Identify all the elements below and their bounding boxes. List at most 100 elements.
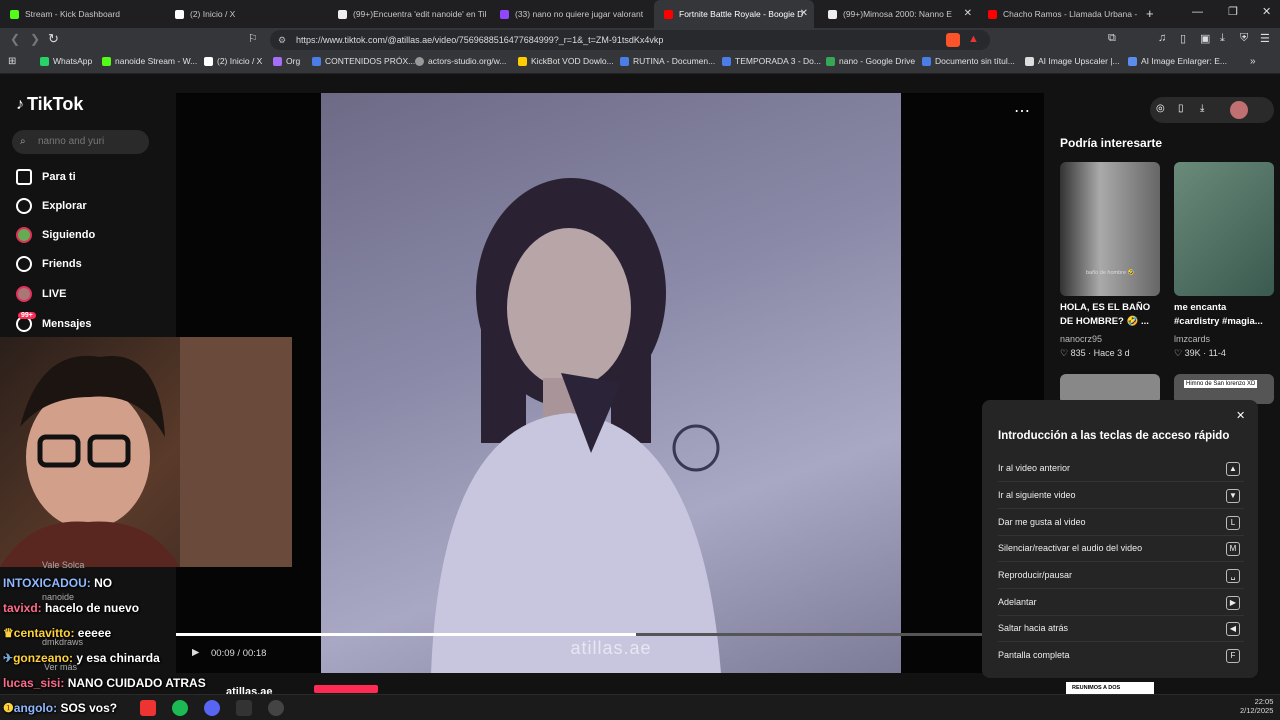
webcam-image [0, 337, 292, 567]
bookmark-item[interactable]: WhatsApp [40, 56, 92, 66]
tab-label: Chacho Ramos - Llamada Urbana - Y [1003, 9, 1138, 19]
address-bar-row: ❮ ❯ ↻ ⚐ ⚙ https://www.tiktok.com/@atillas… [0, 28, 1280, 52]
tab-tiktok-mimosa[interactable]: (99+)Mimosa 2000: Nanno E ✕ [818, 0, 978, 28]
close-icon[interactable]: ✕ [800, 8, 808, 19]
nav-friends[interactable]: Friends [16, 256, 82, 272]
suggested-card[interactable] [1174, 162, 1274, 296]
bookmark-label: AI Image Upscaler |... [1038, 56, 1120, 66]
progress-track[interactable] [176, 633, 1044, 636]
tab-tiktok-search[interactable]: (99+)Encuentra 'edit nanoide' en Tik [328, 0, 486, 28]
bookmark-item[interactable]: AI Image Enlarger: E... [1128, 56, 1227, 66]
nav-label: Para ti [42, 171, 76, 183]
bookmark-item[interactable]: nano - Google Drive [826, 56, 915, 66]
tab-label: (33) nano no quiere jugar valorant [515, 9, 644, 19]
minimize-icon[interactable]: — [1192, 6, 1203, 18]
bookmark-item[interactable]: CONTENIDOS PRÓX... [312, 56, 415, 66]
bookmark-item[interactable]: nanoide Stream - W... [102, 56, 197, 66]
play-icon[interactable]: ▶ [192, 647, 199, 658]
back-icon[interactable]: ❮ [10, 32, 20, 46]
forward-icon[interactable]: ❯ [30, 32, 40, 46]
youtube-icon [664, 9, 673, 19]
chat-text: eeeee [77, 626, 112, 640]
progress-fill [176, 633, 637, 636]
nav-siguiendo[interactable]: Siguiendo [16, 227, 95, 243]
close-window-icon[interactable]: ✕ [1262, 5, 1271, 18]
bookmark-icon[interactable]: ⚐ [248, 32, 258, 45]
bookmark-item[interactable]: (2) Inicio / X [204, 56, 262, 66]
bookmark-item[interactable]: KickBot VOD Dowlo... [518, 56, 614, 66]
download-app-icon[interactable]: ⤓ [1200, 103, 1204, 114]
card-title[interactable]: HOLA, ES EL BAÑO DE HOMBRE? 🤣 ... [1060, 301, 1164, 329]
nav-explorar[interactable]: Explorar [16, 198, 87, 214]
brave-shield-icon[interactable] [946, 33, 960, 47]
url-text: https://www.tiktok.com/@atillas.ae/video… [296, 35, 664, 45]
video-frame[interactable]: atillas.ae [321, 93, 901, 673]
tab-twitch[interactable]: (33) nano no quiere jugar valorant [490, 0, 652, 28]
maximize-icon[interactable]: ❐ [1228, 5, 1238, 18]
shortcut-row: Pantalla completa F [998, 642, 1244, 669]
apps-icon[interactable]: ⊞ [8, 56, 16, 67]
menu-icon[interactable]: ☰ [1260, 32, 1270, 45]
bookmark-label: Org [286, 56, 301, 66]
more-options-icon[interactable]: ⋯ [1014, 101, 1030, 121]
wallet-icon[interactable]: ▣ [1200, 32, 1210, 45]
bookmark-label: TEMPORADA 3 - Do... [735, 56, 821, 66]
suggested-card[interactable]: baño de hombre 🤣 [1060, 162, 1160, 296]
chat-user: angolo: [13, 701, 58, 715]
close-icon[interactable]: ✕ [1236, 409, 1245, 422]
follow-button[interactable] [314, 685, 378, 693]
bookmark-item[interactable]: AI Image Upscaler |... [1025, 56, 1120, 66]
extensions-icon[interactable]: ⧉ [1108, 32, 1116, 45]
avatar[interactable] [1230, 101, 1248, 119]
nav-para-ti[interactable]: Para ti [16, 169, 76, 185]
app-icon[interactable] [140, 700, 156, 716]
video-image [431, 178, 721, 673]
tab-x-inicio[interactable]: (2) Inicio / X [165, 0, 327, 28]
bookmark-item[interactable]: TEMPORADA 3 - Do... [722, 56, 821, 66]
app-icon[interactable] [236, 700, 252, 716]
tab-kick-dashboard[interactable]: Stream - Kick Dashboard [0, 0, 162, 28]
ai-icon [1025, 56, 1034, 66]
obs-icon[interactable] [268, 700, 284, 716]
sidebar-toggle-icon[interactable]: ▯ [1180, 32, 1186, 45]
coins-icon[interactable]: ◎ [1156, 103, 1165, 114]
card-stats: ♡ 39K · 11-4 [1174, 348, 1226, 358]
discord-icon[interactable] [204, 700, 220, 716]
badge-icon: ✈ [3, 651, 14, 665]
live-avatar-icon [16, 286, 32, 302]
bookmark-item[interactable]: Documento sin títul... [922, 56, 1015, 66]
new-tab-icon[interactable]: + [1146, 6, 1154, 21]
bookmark-item[interactable]: RUTINA - Documen... [620, 56, 715, 66]
top-actions: ◎ ▯ ⤓ [1150, 97, 1274, 123]
rewards-icon[interactable]: ▲ [968, 33, 979, 45]
phone-icon[interactable]: ▯ [1178, 103, 1184, 114]
bookmark-item[interactable]: Org [273, 56, 300, 66]
tiktok-logo[interactable]: ♪ TikTok [16, 94, 83, 115]
whatsapp-icon [40, 56, 49, 66]
media-icon[interactable]: ♫ [1158, 32, 1166, 44]
nav-live[interactable]: LIVE [16, 286, 66, 302]
doc-icon [620, 56, 629, 66]
close-icon[interactable]: ✕ [964, 8, 972, 19]
shortcut-label: Ir al siguiente video [998, 490, 1076, 500]
url-field[interactable]: ⚙ https://www.tiktok.com/@atillas.ae/vide… [270, 30, 990, 50]
card-user[interactable]: nanocrz95 [1060, 334, 1102, 344]
reload-icon[interactable]: ↻ [48, 31, 59, 47]
vpn-icon[interactable]: ⛨ [1240, 32, 1248, 45]
search-input[interactable]: ⌕ nanno and yuri [12, 130, 149, 154]
shortcut-label: Reproducir/pausar [998, 570, 1073, 580]
site-info-icon[interactable]: ⚙ [278, 30, 286, 50]
more-bookmarks-icon[interactable]: » [1250, 56, 1256, 67]
tab-label: (99+)Encuentra 'edit nanoide' en Tik [353, 9, 486, 19]
bookmark-item[interactable]: actors-studio.org/w... [415, 56, 506, 66]
card-title[interactable]: me encanta #cardistry #magia... [1174, 301, 1274, 329]
video-player[interactable]: atillas.ae ⋯ ▶ 00:09 / 00:18 atillas.ae [176, 93, 1044, 698]
tab-youtube-chacho[interactable]: Chacho Ramos - Llamada Urbana - Y [978, 0, 1138, 28]
download-icon[interactable]: ⤓ [1220, 32, 1225, 45]
shortcut-row: Silenciar/reactivar el audio del video M [998, 535, 1244, 562]
spotify-icon[interactable] [172, 700, 188, 716]
doc-icon [922, 56, 931, 66]
tab-youtube-fortnite[interactable]: Fortnite Battle Royale - Boogie D ✕ [654, 0, 814, 28]
card-user[interactable]: lmzcards [1174, 334, 1210, 344]
suggested-card[interactable]: REUNIMOS A DOS [1066, 682, 1154, 694]
